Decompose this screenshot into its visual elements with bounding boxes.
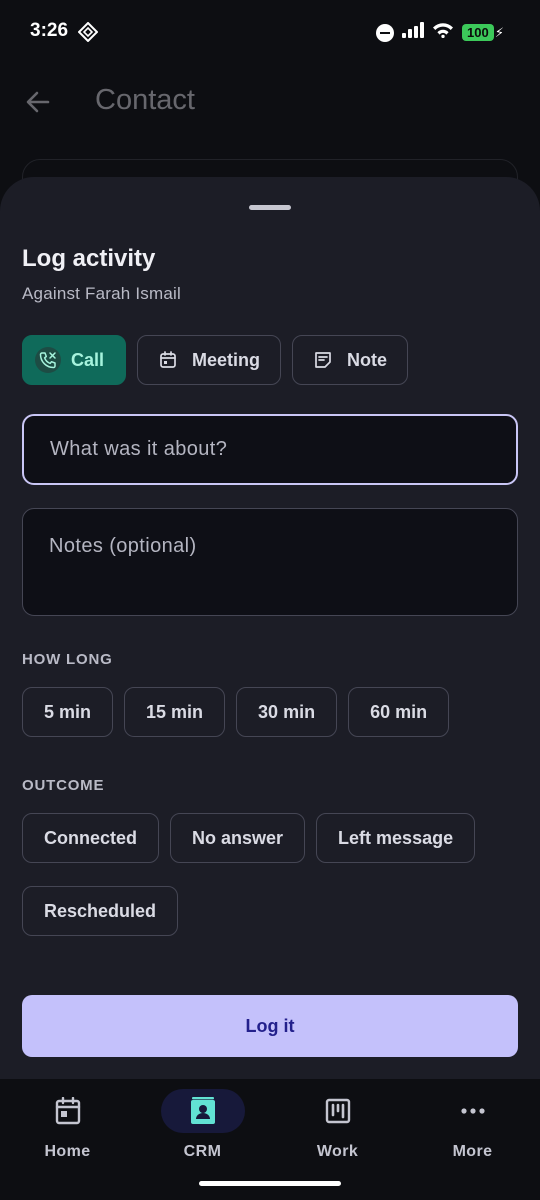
contact-card-icon	[160, 1089, 245, 1133]
nav-item-crm[interactable]: CRM	[135, 1079, 270, 1179]
nav-label: CRM	[183, 1143, 222, 1160]
do-not-disturb-icon	[375, 23, 394, 42]
phone-call-icon	[35, 347, 61, 373]
outcome-rescheduled[interactable]: Rescheduled	[22, 886, 179, 936]
page-title: Contact	[95, 84, 195, 116]
outcome-no-answer[interactable]: No answer	[170, 813, 306, 863]
app-diamond-icon	[77, 21, 99, 43]
outcome-left-message[interactable]: Left message	[316, 813, 476, 863]
charging-bolt-icon: ⚡	[494, 24, 504, 40]
battery-icon: 100 ⚡	[461, 24, 504, 41]
status-time: 3:26	[30, 20, 69, 41]
nav-item-home[interactable]: Home	[0, 1079, 135, 1179]
outcome-connected[interactable]: Connected	[22, 813, 160, 863]
back-arrow-icon[interactable]	[22, 86, 54, 118]
sheet-subtitle: Against Farah Ismail	[22, 284, 181, 303]
kanban-board-icon	[296, 1089, 380, 1133]
activity-type-note[interactable]: Note	[292, 335, 409, 385]
subject-field	[22, 414, 518, 485]
duration-option-60[interactable]: 60 min	[348, 687, 450, 737]
status-icons: 100 ⚡	[375, 22, 504, 43]
home-indicator[interactable]	[199, 1181, 341, 1186]
activity-type-call[interactable]: Call	[22, 335, 127, 385]
nav-item-work[interactable]: Work	[270, 1079, 405, 1179]
activity-type-label: Note	[347, 349, 388, 370]
outcome-options: Connected No answer Left message	[22, 813, 476, 863]
nav-item-more[interactable]: More	[405, 1079, 540, 1179]
activity-type-meeting[interactable]: Meeting	[137, 335, 282, 385]
outcome-options-row-2: Rescheduled	[22, 886, 179, 936]
wifi-icon	[432, 22, 454, 43]
drag-handle[interactable]	[249, 205, 291, 210]
nav-label: More	[452, 1143, 493, 1160]
activity-type-selector: Call Meeting Note	[22, 335, 409, 385]
log-activity-sheet: Log activity Against Farah Ismail Call M…	[0, 177, 540, 1079]
activity-type-label: Call	[71, 349, 105, 370]
duration-option-30[interactable]: 30 min	[236, 687, 338, 737]
nav-label: Home	[44, 1143, 91, 1160]
outcome-label: OUTCOME	[22, 777, 105, 794]
how-long-label: HOW LONG	[22, 651, 113, 668]
subject-input[interactable]	[24, 416, 516, 483]
log-it-button[interactable]: Log it	[22, 995, 518, 1057]
calendar-home-icon	[26, 1089, 110, 1133]
duration-option-5[interactable]: 5 min	[22, 687, 114, 737]
calendar-icon	[158, 350, 178, 370]
duration-option-15[interactable]: 15 min	[124, 687, 226, 737]
status-bar: 3:26 100 ⚡	[0, 0, 540, 64]
notes-input[interactable]	[23, 509, 517, 615]
signal-icon	[401, 22, 424, 43]
duration-options: 5 min 15 min 30 min 60 min	[22, 687, 450, 737]
more-dots-icon	[431, 1089, 515, 1133]
nav-label: Work	[316, 1143, 359, 1160]
sheet-title: Log activity	[22, 245, 156, 272]
note-icon	[313, 350, 333, 370]
notes-field	[22, 508, 518, 616]
battery-level: 100	[461, 24, 494, 41]
activity-type-label: Meeting	[192, 349, 261, 370]
